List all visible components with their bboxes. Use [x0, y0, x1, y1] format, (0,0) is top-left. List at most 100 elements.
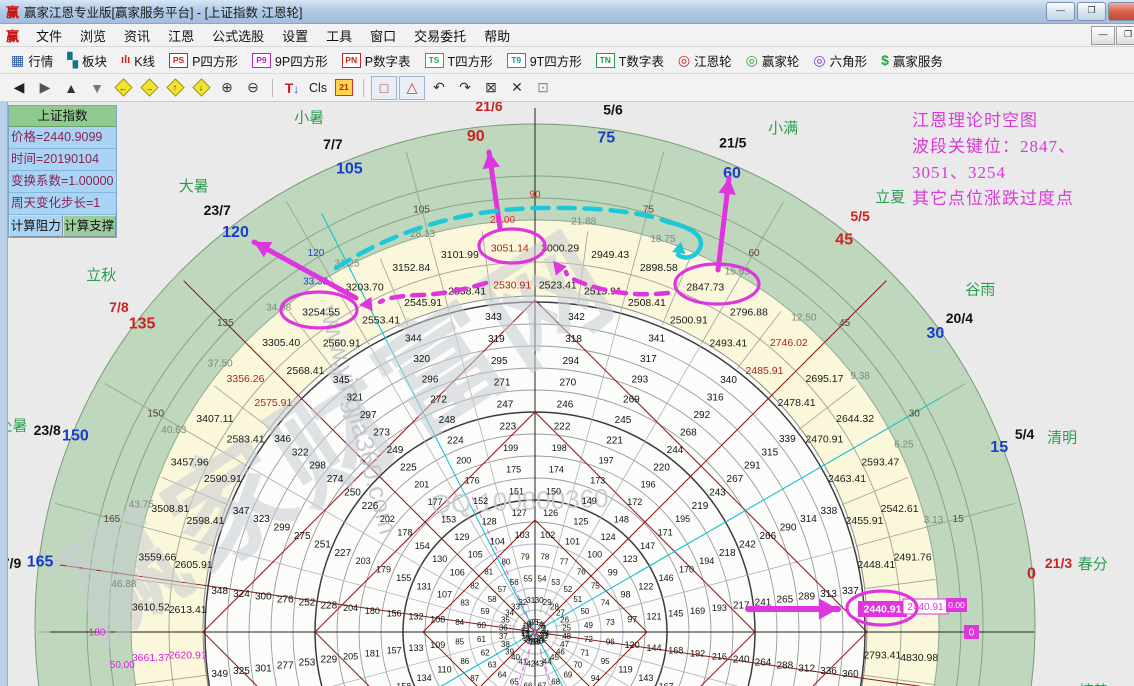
- maximize-button[interactable]: ❐: [1077, 2, 1106, 21]
- toolbar-button-sectors[interactable]: ▚板块: [60, 51, 114, 70]
- svg-text:96: 96: [606, 638, 615, 647]
- svg-text:225: 225: [400, 463, 417, 474]
- svg-text:45: 45: [839, 318, 851, 329]
- calendar-button[interactable]: 21: [332, 77, 356, 99]
- svg-text:201: 201: [414, 480, 429, 490]
- down-arrow-icon: ▼: [90, 80, 104, 96]
- svg-text:250: 250: [344, 488, 361, 499]
- svg-text:288: 288: [776, 660, 793, 671]
- toolbar-button-9t-square[interactable]: T99T四方形: [500, 51, 589, 70]
- rotate-ccw-button[interactable]: ↶: [427, 77, 451, 99]
- toolbar-button-kline[interactable]: ılıK线: [114, 51, 162, 70]
- shift-down-button[interactable]: ↓: [189, 77, 213, 99]
- svg-text:294: 294: [562, 356, 579, 367]
- svg-text:2793.41: 2793.41: [863, 649, 901, 661]
- toolbar-button-gann-wheel[interactable]: ◎江恩轮: [671, 51, 739, 70]
- up-arrow-button[interactable]: ▲: [59, 77, 83, 99]
- toolbar-label: T四方形: [448, 51, 493, 70]
- svg-text:150: 150: [546, 486, 561, 496]
- svg-text:18.75: 18.75: [650, 234, 675, 245]
- svg-text:94: 94: [591, 674, 600, 683]
- svg-text:34.38: 34.38: [266, 302, 291, 313]
- panel-title: 上证指数: [9, 106, 116, 127]
- menu-item-0[interactable]: 文件: [27, 24, 71, 47]
- svg-text:105: 105: [468, 549, 483, 559]
- next-arrow-icon: ▶: [40, 79, 51, 96]
- shift-left-button[interactable]: ←: [111, 77, 135, 99]
- zoom-out-button[interactable]: ⊖: [241, 77, 265, 99]
- toolbar-button-winner-service[interactable]: $赢家服务: [874, 51, 950, 70]
- svg-text:178: 178: [397, 527, 412, 537]
- menu-item-1[interactable]: 浏览: [71, 24, 115, 47]
- svg-text:173: 173: [590, 476, 605, 486]
- svg-text:0: 0: [1027, 565, 1036, 582]
- next-arrow-button[interactable]: ▶: [33, 77, 57, 99]
- square-tool-button[interactable]: □: [371, 76, 397, 100]
- menu-item-2[interactable]: 资讯: [115, 24, 159, 47]
- svg-text:204: 204: [343, 603, 358, 613]
- svg-text:46.88: 46.88: [111, 579, 136, 590]
- svg-text:66: 66: [524, 681, 533, 686]
- toolbar-button-9p-square[interactable]: P99P四方形: [245, 51, 335, 70]
- svg-text:105: 105: [336, 160, 363, 177]
- toolbar-label: 9P四方形: [275, 51, 328, 70]
- svg-text:240: 240: [733, 655, 750, 666]
- svg-text:2553.41: 2553.41: [362, 315, 400, 327]
- prev-arrow-button[interactable]: ◀: [7, 77, 31, 99]
- svg-text:242: 242: [739, 540, 756, 551]
- toolbar-button-p-number-table[interactable]: PNP数字表: [335, 51, 418, 70]
- menu-item-3[interactable]: 江恩: [159, 24, 203, 47]
- box-x-button[interactable]: ⊠: [479, 77, 503, 99]
- menu-item-8[interactable]: 交易委托: [405, 24, 475, 47]
- close-button[interactable]: [1108, 2, 1134, 21]
- calc-resistance-button[interactable]: 计算阻力: [9, 215, 63, 237]
- toolbar-button-t-number-table[interactable]: TNT数字表: [589, 51, 671, 70]
- toolbar-button-winner-wheel[interactable]: ◎赢家轮: [739, 51, 807, 70]
- shift-right-button[interactable]: →: [137, 77, 161, 99]
- zoom-in-button[interactable]: ⊕: [215, 77, 239, 99]
- menu-item-5[interactable]: 设置: [273, 24, 317, 47]
- menubar: 赢 文件浏览资讯江恩公式选股设置工具窗口交易委托帮助 —❐: [0, 24, 1134, 47]
- toolbar-button-t-square[interactable]: TST四方形: [418, 51, 500, 70]
- svg-text:297: 297: [360, 410, 377, 421]
- toolbar-button-hexagon[interactable]: ◎六角形: [806, 51, 874, 70]
- menu-item-6[interactable]: 工具: [317, 24, 361, 47]
- calc-support-button[interactable]: 计算支撑: [63, 215, 117, 237]
- prev-arrow-icon: ◀: [14, 79, 25, 96]
- minimize-button[interactable]: —: [1046, 2, 1075, 21]
- center-button[interactable]: ✕: [505, 77, 529, 99]
- window-title: 赢家江恩专业版[赢家服务平台] - [上证指数 江恩轮]: [24, 2, 302, 21]
- t-down-button[interactable]: T↓: [280, 77, 304, 99]
- shift-up-button[interactable]: ↑: [163, 77, 187, 99]
- panel-row-3: 周天变化步长=1: [9, 193, 116, 215]
- svg-text:83: 83: [460, 599, 469, 608]
- mdi-control-1[interactable]: ❐: [1116, 26, 1134, 45]
- down-arrow-button[interactable]: ▼: [85, 77, 109, 99]
- svg-text:30: 30: [535, 596, 544, 605]
- rotate-cw-icon: ↷: [459, 79, 471, 96]
- toolbar-button-market-quotes[interactable]: ▦行情: [4, 51, 60, 70]
- svg-text:220: 220: [653, 463, 670, 474]
- main-toolbar: ▦行情▚板块ılıK线PSP四方形P99P四方形PNP数字表TST四方形T99T…: [0, 47, 1134, 74]
- svg-text:75: 75: [591, 582, 600, 591]
- app-logo-icon: 赢: [6, 2, 19, 21]
- menu-item-9[interactable]: 帮助: [475, 24, 519, 47]
- svg-text:3610.52: 3610.52: [132, 601, 170, 613]
- toolbar-button-p-square[interactable]: PSP四方形: [162, 51, 245, 70]
- cls-button[interactable]: Cls: [306, 77, 330, 99]
- mdi-control-0[interactable]: —: [1091, 26, 1115, 45]
- triangle-tool-button[interactable]: △: [399, 76, 425, 100]
- svg-text:90: 90: [529, 190, 541, 201]
- diamond-arrow-icon: ←: [114, 78, 132, 96]
- svg-text:264: 264: [755, 658, 772, 669]
- screen-button[interactable]: ⊡: [531, 77, 555, 99]
- menu-item-4[interactable]: 公式选股: [203, 24, 273, 47]
- svg-text:340: 340: [720, 375, 737, 386]
- menu-item-7[interactable]: 窗口: [361, 24, 405, 47]
- svg-text:69: 69: [563, 671, 572, 680]
- svg-text:324: 324: [233, 589, 250, 600]
- candlestick-icon: ılı: [121, 53, 130, 67]
- svg-text:293: 293: [632, 374, 649, 385]
- svg-text:2644.32: 2644.32: [836, 413, 874, 425]
- rotate-cw-button[interactable]: ↷: [453, 77, 477, 99]
